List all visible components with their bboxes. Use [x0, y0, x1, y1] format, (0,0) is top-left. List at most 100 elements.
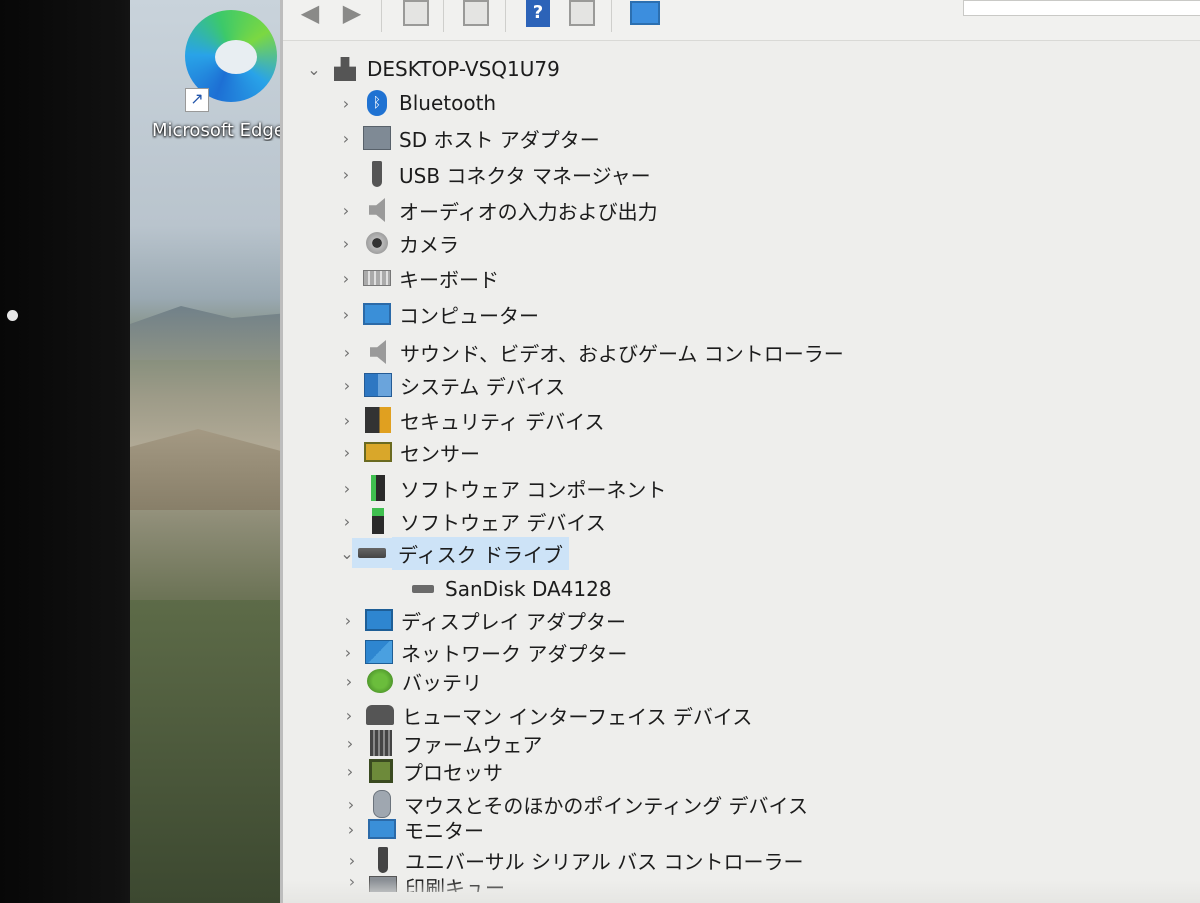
chevron-right-icon[interactable]: ›: [335, 269, 357, 288]
chevron-right-icon[interactable]: ›: [335, 305, 357, 324]
wallpaper-hill: [130, 600, 300, 903]
chevron-right-icon[interactable]: ›: [336, 443, 358, 462]
tree-item-software-components[interactable]: › ソフトウェア コンポーネント: [336, 471, 666, 505]
tree-item-disk-drives[interactable]: ⌄ ディスク ドライブ: [336, 536, 569, 570]
chevron-right-icon[interactable]: ›: [337, 611, 359, 630]
toolbar-separator: [443, 0, 444, 32]
bluetooth-icon: ᛒ: [363, 90, 391, 116]
tree-item-sensors[interactable]: › センサー: [336, 435, 480, 469]
toolbar-strip: [963, 0, 1200, 16]
chevron-right-icon[interactable]: ›: [336, 343, 358, 362]
tree-item-monitors[interactable]: › モニター: [340, 812, 484, 846]
chevron-right-icon[interactable]: ›: [340, 795, 362, 814]
chevron-right-icon[interactable]: ›: [335, 129, 357, 148]
tree-item-sd-host[interactable]: › SD ホスト アダプター: [335, 121, 600, 155]
tree-item-label: SanDisk DA4128: [445, 577, 612, 601]
tree-item-sandisk[interactable]: SanDisk DA4128: [403, 572, 612, 606]
edge-shortcut-label[interactable]: Microsoft Edge: [152, 120, 282, 141]
keyboard-icon: [363, 265, 391, 291]
tree-item-batteries[interactable]: › バッテリ: [338, 664, 482, 698]
tree-item-camera[interactable]: › カメラ: [335, 226, 459, 260]
chevron-right-icon[interactable]: ›: [339, 734, 361, 753]
help-icon: ?: [526, 0, 550, 27]
properties-button[interactable]: [459, 0, 493, 30]
edge-desktop-shortcut[interactable]: ↗: [185, 10, 277, 112]
tree-root-label: DESKTOP-VSQ1U79: [367, 57, 560, 81]
shortcut-arrow-icon: ↗: [185, 88, 209, 112]
tree-root[interactable]: ⌄ DESKTOP-VSQ1U79: [303, 52, 560, 86]
chevron-right-icon[interactable]: ›: [335, 201, 357, 220]
tree-item-security-devices[interactable]: › セキュリティ デバイス: [336, 403, 605, 437]
display-adapter-icon: [365, 607, 393, 633]
chevron-right-icon[interactable]: ›: [335, 94, 357, 113]
chevron-right-icon[interactable]: ›: [336, 376, 358, 395]
chevron-right-icon[interactable]: ›: [338, 706, 360, 725]
tree-item-label: ネットワーク アダプター: [401, 641, 628, 666]
usb-controller-icon: [369, 847, 397, 873]
chevron-down-icon[interactable]: ⌄: [303, 60, 325, 79]
tree-item-processors[interactable]: › プロセッサ: [339, 754, 503, 788]
tree-item-display-adapters[interactable]: › ディスプレイ アダプター: [337, 603, 626, 637]
tree-item-label: SD ホスト アダプター: [399, 127, 600, 152]
chevron-right-icon[interactable]: ›: [335, 165, 357, 184]
software-device-icon: [364, 508, 392, 534]
system-device-icon: [364, 372, 392, 398]
chevron-right-icon[interactable]: ›: [337, 643, 359, 662]
tree-item-label: セキュリティ デバイス: [400, 409, 605, 434]
scan-hardware-button[interactable]: [627, 0, 663, 30]
chevron-right-icon[interactable]: ›: [338, 672, 360, 691]
sensor-icon: [364, 439, 392, 465]
tree-item-label: Bluetooth: [399, 91, 497, 115]
chevron-right-icon[interactable]: ›: [336, 512, 358, 531]
monitor-icon: [368, 816, 396, 842]
tree-item-label: ディスク ドライブ: [392, 536, 569, 570]
tree-item-computer[interactable]: › コンピューター: [335, 297, 539, 331]
toolbar: ◀ ▶ ?: [283, 0, 1200, 41]
usb-connector-icon: [363, 161, 391, 187]
properties-icon: [463, 0, 489, 26]
computer-icon: [331, 56, 359, 82]
tree-item-label: ディスプレイ アダプター: [401, 609, 626, 634]
tree-item-software-devices[interactable]: › ソフトウェア デバイス: [336, 504, 606, 538]
back-arrow-icon[interactable]: ◀: [295, 0, 325, 30]
tree-item-audio-io[interactable]: › オーディオの入力および出力: [335, 193, 658, 227]
monitor-icon: [363, 301, 391, 327]
tree-item-label: システム デバイス: [400, 374, 566, 399]
tree-item-label: プロセッサ: [403, 760, 503, 785]
chevron-right-icon[interactable]: ›: [341, 851, 363, 870]
chevron-right-icon[interactable]: ›: [339, 762, 361, 781]
toolbar-separator: [611, 0, 612, 32]
action-pane-button[interactable]: [565, 0, 599, 30]
toolbar-separator: [381, 0, 382, 32]
wallpaper-hill: [130, 306, 300, 360]
tree-item-bluetooth[interactable]: › ᛒ Bluetooth: [335, 86, 496, 120]
tree-item-label: カメラ: [399, 232, 459, 257]
tree-item-keyboard[interactable]: › キーボード: [335, 261, 499, 295]
tree-item-sound-video-game[interactable]: › サウンド、ビデオ、およびゲーム コントローラー: [336, 335, 844, 369]
tree-item-system-devices[interactable]: › システム デバイス: [336, 368, 565, 402]
tree-item-label: USB コネクタ マネージャー: [399, 163, 651, 188]
battery-icon: [366, 668, 394, 694]
help-button[interactable]: ?: [523, 0, 553, 30]
window-bottom-fade: [283, 880, 1200, 903]
show-hide-tree-button[interactable]: [399, 0, 433, 30]
tree-item-label: キーボード: [399, 267, 499, 292]
chevron-right-icon[interactable]: ›: [336, 411, 358, 430]
processor-icon: [367, 758, 395, 784]
tree-item-label: サウンド、ビデオ、およびゲーム コントローラー: [400, 341, 844, 366]
tree-item-usb-connector[interactable]: › USB コネクタ マネージャー: [335, 157, 651, 191]
sd-host-adapter-icon: [363, 125, 391, 151]
wallpaper-hill: [130, 429, 300, 510]
security-device-icon: [364, 407, 392, 433]
console-tree-icon: [403, 0, 429, 26]
firmware-icon: [367, 730, 395, 756]
forward-arrow-icon[interactable]: ▶: [337, 0, 367, 30]
monitor-bezel: [0, 0, 150, 903]
tree-item-label: オーディオの入力および出力: [399, 199, 658, 224]
tree-item-label: コンピューター: [399, 303, 539, 328]
chevron-right-icon[interactable]: ›: [336, 479, 358, 498]
camera-icon: [363, 230, 391, 256]
chevron-right-icon[interactable]: ›: [340, 820, 362, 839]
software-component-icon: [364, 475, 392, 501]
chevron-right-icon[interactable]: ›: [335, 234, 357, 253]
